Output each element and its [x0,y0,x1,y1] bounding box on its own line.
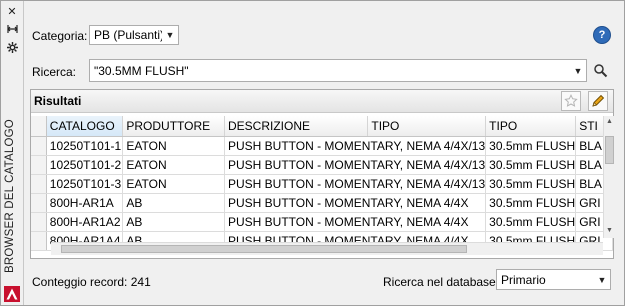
properties-icon[interactable] [4,40,20,54]
table-cell[interactable]: 30.5mm FLUSH [485,193,577,213]
table-header-row: CATALOGO PRODUTTORE DESCRIZIONE TIPO TIP… [31,116,613,137]
palette-content: Categoria: PB (Pulsanti) ▼ ? Ricerca: "3… [23,1,624,305]
category-label: Categoria: [32,29,88,43]
auto-hide-icon[interactable] [4,22,20,36]
database-select[interactable]: Primario ▼ [496,269,611,290]
catalog-browser-palette: ✕ BROWSER DEL CATALOGO Categoria: PB (Pu… [0,0,625,306]
vertical-scrollbar[interactable]: ▲ ▼ [603,116,616,238]
column-header[interactable]: PRODUTTORE [122,116,225,137]
results-panel: Risultati CATALOGO PRODUTTORE DESCRIZION… [30,89,616,259]
table-cell[interactable]: AB [122,212,225,232]
column-header[interactable]: TIPO [485,116,577,137]
category-value: PB (Pulsanti) [94,28,162,42]
palette-title-bar[interactable]: ✕ BROWSER DEL CATALOGO [1,1,24,305]
table-cell[interactable]: 800H-AR1A [46,193,124,213]
results-title: Risultati [34,94,82,108]
row-header[interactable] [31,231,47,251]
horizontal-scrollbar[interactable] [51,242,603,255]
close-icon[interactable]: ✕ [4,4,20,18]
results-table: CATALOGO PRODUTTORE DESCRIZIONE TIPO TIP… [31,116,613,251]
results-header: Risultati [31,90,613,113]
table-row[interactable]: 800H-AR1A2 AB PUSH BUTTON - MOMENTARY, N… [31,212,613,232]
table-cell[interactable]: 10250T101-1 [46,136,124,156]
row-header[interactable] [31,193,47,213]
table-cell[interactable]: PUSH BUTTON - MOMENTARY, NEMA 4/4X/13 [224,174,487,194]
column-header[interactable]: CATALOGO [46,116,124,137]
row-header[interactable] [31,212,47,232]
search-value: "30.5MM FLUSH" [94,63,189,78]
table-row[interactable]: 10250T101-2 EATON PUSH BUTTON - MOMENTAR… [31,155,613,175]
row-header[interactable] [31,174,47,194]
table-cell[interactable]: 30.5mm FLUSH [485,155,577,175]
table-cell[interactable]: EATON [122,155,225,175]
autocad-logo-icon [4,286,20,302]
table-row[interactable]: 10250T101-3 EATON PUSH BUTTON - MOMENTAR… [31,174,613,194]
horizontal-scroll-thumb[interactable] [61,245,467,253]
table-cell[interactable]: 10250T101-3 [46,174,124,194]
record-count: Conteggio record: 241 [32,275,151,289]
search-label: Ricerca: [32,65,77,79]
chevron-down-icon: ▼ [165,30,175,40]
scroll-down-icon[interactable]: ▼ [606,227,613,235]
database-label: Ricerca nel database: [383,275,500,289]
table-cell[interactable]: PUSH BUTTON - MOMENTARY, NEMA 4/4X [224,193,487,213]
table-cell[interactable]: PUSH BUTTON - MOMENTARY, NEMA 4/4X/13 [224,136,487,156]
chevron-down-icon: ▼ [573,65,583,76]
palette-title: BROWSER DEL CATALOGO [4,119,16,273]
favorite-star-icon[interactable] [561,91,581,111]
table-cell[interactable]: 10250T101-2 [46,155,124,175]
search-input[interactable]: "30.5MM FLUSH" ▼ [89,59,587,82]
vertical-scroll-thumb[interactable] [605,136,614,164]
table-cell[interactable]: PUSH BUTTON - MOMENTARY, NEMA 4/4X/13 [224,155,487,175]
database-value: Primario [501,272,546,287]
table-row[interactable]: 800H-AR1A AB PUSH BUTTON - MOMENTARY, NE… [31,193,613,213]
edit-pencil-icon[interactable] [588,91,608,111]
row-header-corner [31,116,47,137]
table-cell[interactable]: EATON [122,136,225,156]
column-header[interactable]: TIPO [367,116,487,137]
column-header[interactable]: DESCRIZIONE [224,116,369,137]
table-cell[interactable]: 800H-AR1A2 [46,212,124,232]
table-cell[interactable]: 30.5mm FLUSH [485,136,577,156]
category-select[interactable]: PB (Pulsanti) ▼ [89,25,179,45]
scroll-up-icon[interactable]: ▲ [606,118,613,126]
search-icon[interactable] [592,62,610,80]
chevron-down-icon: ▼ [597,274,607,285]
row-header[interactable] [31,155,47,175]
row-header[interactable] [31,136,47,156]
results-grid[interactable]: CATALOGO PRODUTTORE DESCRIZIONE TIPO TIP… [31,116,613,259]
table-cell[interactable]: PUSH BUTTON - MOMENTARY, NEMA 4/4X [224,212,487,232]
help-icon[interactable]: ? [593,26,611,44]
table-row[interactable]: 10250T101-1 EATON PUSH BUTTON - MOMENTAR… [31,136,613,156]
table-cell[interactable]: 30.5mm FLUSH [485,174,577,194]
table-cell[interactable]: AB [122,193,225,213]
table-cell[interactable]: EATON [122,174,225,194]
table-cell[interactable]: 30.5mm FLUSH [485,212,577,232]
